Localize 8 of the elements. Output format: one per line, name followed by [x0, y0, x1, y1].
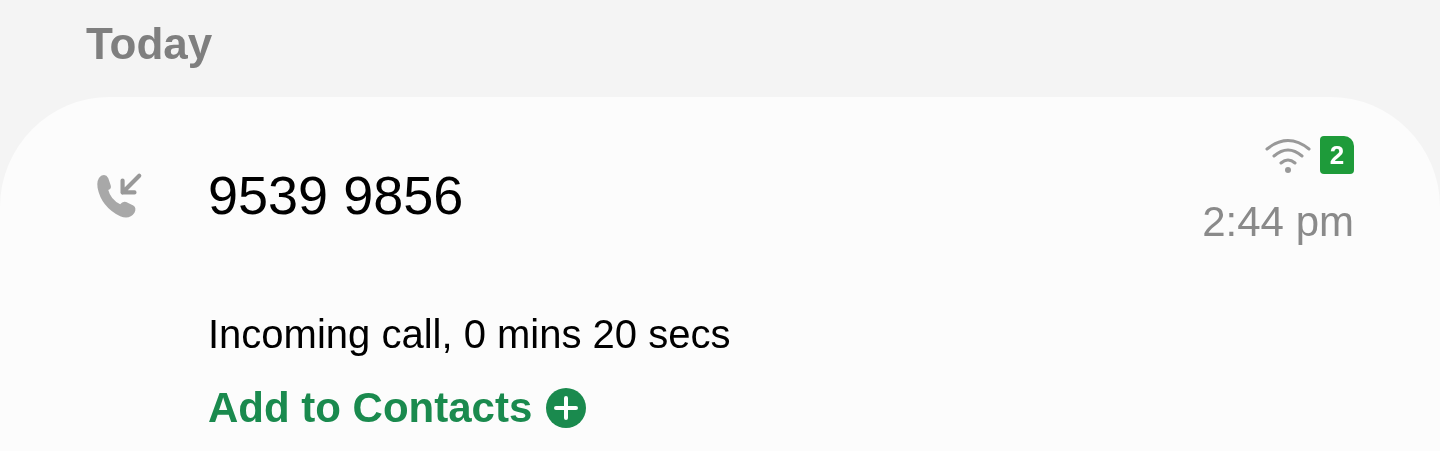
phone-number: 9539 9856 — [208, 165, 464, 225]
call-log-card[interactable]: 9539 9856 2 2:44 pm Incoming call, 0 mins 20 secs Add to Contacts — [0, 97, 1440, 451]
sim-badge: 2 — [1320, 136, 1354, 174]
add-to-contacts-link[interactable]: Add to Contacts — [208, 380, 587, 436]
call-time: 2:44 pm — [1202, 197, 1354, 247]
call-detail: Incoming call, 0 mins 20 secs — [208, 312, 731, 356]
section-header: Today — [86, 19, 213, 68]
plus-circle-icon — [546, 388, 587, 428]
